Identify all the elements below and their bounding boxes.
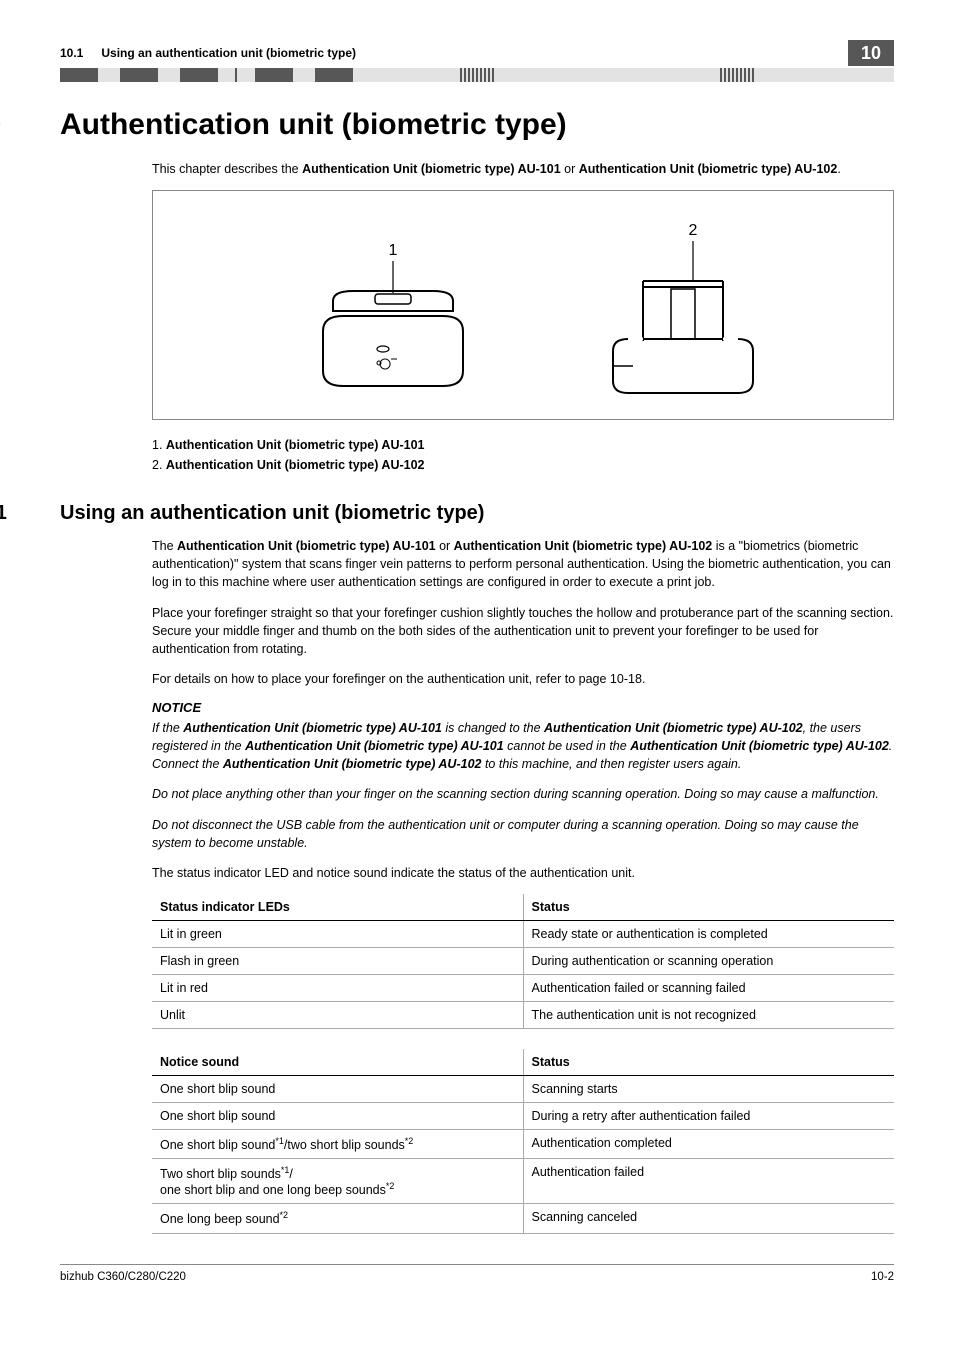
t2-h2: Status xyxy=(523,1049,894,1076)
table-row: Lit in greenReady state or authenticatio… xyxy=(152,920,894,947)
figure-box: 1 2 xyxy=(152,190,894,420)
table-row: One short blip sound Scanning starts xyxy=(152,1075,894,1102)
body-p2: Place your forefinger straight so that y… xyxy=(152,604,894,658)
device-au102-icon: 2 xyxy=(573,221,773,411)
table-row: UnlitThe authentication unit is not reco… xyxy=(152,1001,894,1028)
table-row: Lit in redAuthentication failed or scann… xyxy=(152,974,894,1001)
section-title: Using an authentication unit (biometric … xyxy=(60,502,484,525)
body-p4: The status indicator LED and notice soun… xyxy=(152,864,894,882)
notice-heading: NOTICE xyxy=(152,700,894,715)
header-section-title: Using an authentication unit (biometric … xyxy=(101,46,356,60)
t1-h1: Status indicator LEDs xyxy=(152,894,523,921)
chapter-number: 10 xyxy=(0,108,60,142)
table-row: Two short blip sounds*1/one short blip a… xyxy=(152,1159,894,1204)
running-header: 10.1 Using an authentication unit (biome… xyxy=(60,40,894,66)
notice-p2: Do not place anything other than your fi… xyxy=(152,785,894,803)
figure-item-2: 2. Authentication Unit (biometric type) … xyxy=(152,458,894,472)
body-p1: The Authentication Unit (biometric type)… xyxy=(152,537,894,591)
section-heading: 10.1 Using an authentication unit (biome… xyxy=(0,502,894,525)
body-p3: For details on how to place your forefin… xyxy=(152,670,894,688)
device-au101-icon: 1 xyxy=(303,241,483,401)
running-header-left: 10.1 Using an authentication unit (biome… xyxy=(60,40,356,66)
intro-paragraph: This chapter describes the Authenticatio… xyxy=(152,160,894,178)
notice-p1: If the Authentication Unit (biometric ty… xyxy=(152,719,894,773)
table-row: One short blip sound*1/two short blip so… xyxy=(152,1129,894,1158)
table-row: One long beep sound*2 Scanning canceled xyxy=(152,1204,894,1233)
section-number: 10.1 xyxy=(0,502,60,525)
t2-h1: Notice sound xyxy=(152,1049,523,1076)
header-section-number: 10.1 xyxy=(60,46,83,60)
status-led-table: Status indicator LEDs Status Lit in gree… xyxy=(152,894,894,1029)
notice-sound-table: Notice sound Status One short blip sound… xyxy=(152,1049,894,1234)
chapter-badge: 10 xyxy=(848,40,894,66)
footer-left: bizhub C360/C280/C220 xyxy=(60,1271,186,1283)
chapter-title: Authentication unit (biometric type) xyxy=(60,108,567,142)
svg-text:2: 2 xyxy=(689,222,698,239)
notice-p3: Do not disconnect the USB cable from the… xyxy=(152,816,894,852)
figure-item-1: 1. Authentication Unit (biometric type) … xyxy=(152,438,894,452)
table-row: Flash in greenDuring authentication or s… xyxy=(152,947,894,974)
svg-text:1: 1 xyxy=(389,242,398,259)
page-footer: bizhub C360/C280/C220 10-2 xyxy=(60,1264,894,1283)
chapter-heading: 10 Authentication unit (biometric type) xyxy=(0,108,894,142)
t1-h2: Status xyxy=(523,894,894,921)
table-row: One short blip sound During a retry afte… xyxy=(152,1102,894,1129)
footer-right: 10-2 xyxy=(871,1271,894,1283)
decorative-bar xyxy=(60,68,894,82)
